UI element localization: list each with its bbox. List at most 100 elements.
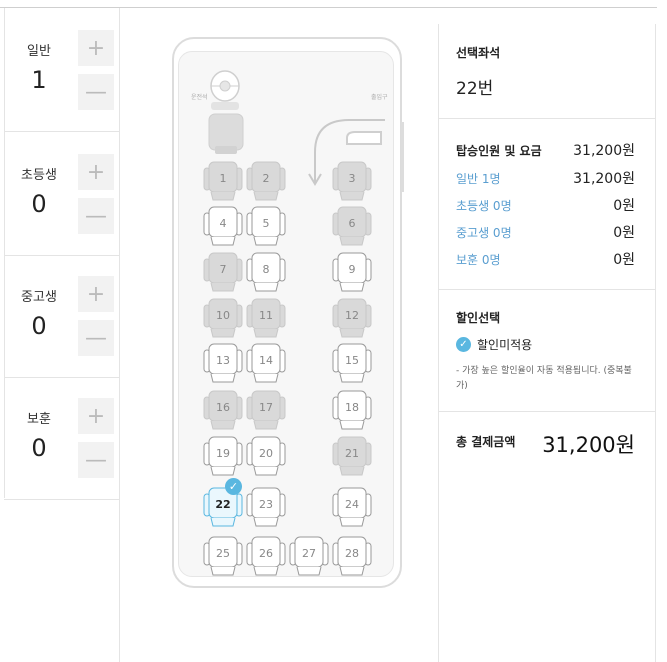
seat-number: 25 xyxy=(216,547,230,560)
discount-option[interactable]: ✓ 할인미적용 xyxy=(456,336,532,353)
seat-number: 24 xyxy=(345,498,359,511)
seat-number: 22 xyxy=(215,498,231,511)
seat-10: 10 xyxy=(203,297,243,339)
seat-23[interactable]: 23 xyxy=(246,486,286,528)
seat-number: 7 xyxy=(219,263,227,276)
seat-number: 20 xyxy=(259,447,273,460)
passenger-type-veteran: 보훈 0 + — xyxy=(4,376,119,500)
plus-button[interactable]: + xyxy=(78,276,114,312)
plus-icon: + xyxy=(86,281,106,307)
plus-button[interactable]: + xyxy=(78,154,114,190)
seat-number: 3 xyxy=(348,172,356,185)
fare-row-value: 0원 xyxy=(613,225,635,241)
seat-number: 13 xyxy=(216,354,230,367)
seat-number: 2 xyxy=(262,172,270,185)
seat-number: 12 xyxy=(345,309,359,322)
seat-number: 5 xyxy=(262,217,270,230)
seat-number: 9 xyxy=(348,263,356,276)
seat-12: 12 xyxy=(332,297,372,339)
seat-number: 8 xyxy=(262,263,270,276)
seat-number: 28 xyxy=(345,547,359,560)
discount-option-label: 할인미적용 xyxy=(477,338,533,352)
seat-13[interactable]: 13 xyxy=(203,342,243,384)
minus-button[interactable]: — xyxy=(78,74,114,110)
minus-button[interactable]: — xyxy=(78,442,114,478)
plus-button[interactable]: + xyxy=(78,30,114,66)
seat-number: 6 xyxy=(348,217,356,230)
seat-25[interactable]: 25 xyxy=(203,535,243,577)
seat-9[interactable]: 9 xyxy=(332,251,372,293)
passenger-count: 0 xyxy=(31,312,47,340)
seat-number: 18 xyxy=(345,401,359,414)
seat-15[interactable]: 15 xyxy=(332,342,372,384)
passenger-panel: 일반 1 + — 초등생 0 + — 중고생 0 + — 보훈 0 + — xyxy=(4,8,120,662)
seat-number: 16 xyxy=(216,401,230,414)
passenger-count: 0 xyxy=(31,434,47,462)
plus-icon: + xyxy=(86,403,106,429)
seat-8[interactable]: 8 xyxy=(246,251,286,293)
passenger-count: 1 xyxy=(31,66,47,94)
passenger-type-general: 일반 1 + — xyxy=(4,8,119,132)
seat-22[interactable]: 22 ✓ xyxy=(203,478,243,528)
check-circle-icon: ✓ xyxy=(456,337,471,352)
discount-title: 할인선택 xyxy=(456,311,501,325)
seat-number: 26 xyxy=(259,547,273,560)
discount-note: - 가장 높은 할인율이 자동 적용됩니다. (중복불가) xyxy=(456,366,632,391)
seat-number: 19 xyxy=(216,447,230,460)
seat-19[interactable]: 19 xyxy=(203,435,243,477)
seat-number: 1 xyxy=(219,172,227,185)
driver-label: 운전석 xyxy=(191,94,208,101)
seat-28[interactable]: 28 xyxy=(332,535,372,577)
plus-button[interactable]: + xyxy=(78,398,114,434)
seat-21: 21 xyxy=(332,435,372,477)
seat-number: 4 xyxy=(219,217,227,230)
minus-icon: — xyxy=(85,203,107,229)
fare-row-label: 중고생 0명 xyxy=(456,226,512,240)
seat-number: 21 xyxy=(345,447,359,460)
passenger-count: 0 xyxy=(31,190,47,218)
fare-row-value: 0원 xyxy=(613,252,635,268)
seat-number: 27 xyxy=(302,547,316,560)
seat-number: 14 xyxy=(259,354,273,367)
plus-icon: + xyxy=(86,35,106,61)
seat-5[interactable]: 5 xyxy=(246,205,286,247)
selected-seat-title: 선택좌석 xyxy=(456,46,501,60)
seat-27[interactable]: 27 xyxy=(289,535,329,577)
minus-icon: — xyxy=(85,325,107,351)
minus-icon: — xyxy=(85,79,107,105)
seat-11: 11 xyxy=(246,297,286,339)
seat-14[interactable]: 14 xyxy=(246,342,286,384)
seat-20[interactable]: 20 xyxy=(246,435,286,477)
passenger-label: 중고생 xyxy=(21,290,57,305)
seat-number: 23 xyxy=(259,498,273,511)
seat-16: 16 xyxy=(203,389,243,431)
plus-icon: + xyxy=(86,159,106,185)
driver-seat-icon xyxy=(208,113,244,154)
fare-row-label: 보훈 0명 xyxy=(456,253,501,267)
fare-row-label: 초등생 0명 xyxy=(456,199,512,213)
fare-row-value: 0원 xyxy=(613,198,635,214)
fare-title: 탑승인원 및 요금 xyxy=(456,144,542,158)
passenger-type-student: 중고생 0 + — xyxy=(4,254,119,378)
seat-1: 1 xyxy=(203,160,243,202)
minus-button[interactable]: — xyxy=(78,198,114,234)
total-section: 총 결제금액 31,200원 xyxy=(439,411,655,481)
selected-seat-value: 22번 xyxy=(456,79,494,99)
passenger-label: 보훈 xyxy=(27,412,51,427)
total-value: 31,200원 xyxy=(542,433,635,457)
seat-2: 2 xyxy=(246,160,286,202)
seat-26[interactable]: 26 xyxy=(246,535,286,577)
fare-section: 탑승인원 및 요금 31,200원 일반 1명 31,200원 초등생 0명 0… xyxy=(439,118,655,290)
selected-seat-section: 선택좌석 22번 xyxy=(439,24,655,119)
seat-4[interactable]: 4 xyxy=(203,205,243,247)
seat-17: 17 xyxy=(246,389,286,431)
seat-6: 6 xyxy=(332,205,372,247)
passenger-label: 초등생 xyxy=(21,168,57,183)
seat-24[interactable]: 24 xyxy=(332,486,372,528)
minus-icon: — xyxy=(85,447,107,473)
seat-number: 17 xyxy=(259,401,273,414)
seat-7: 7 xyxy=(203,251,243,293)
seat-18[interactable]: 18 xyxy=(332,389,372,431)
minus-button[interactable]: — xyxy=(78,320,114,356)
seat-3: 3 xyxy=(332,160,372,202)
